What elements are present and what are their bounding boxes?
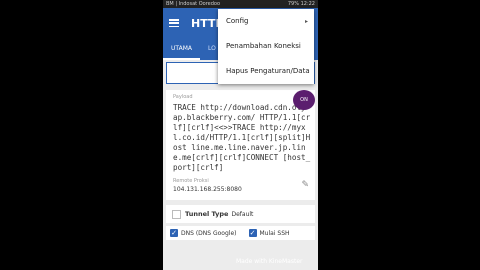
connect-toggle-badge[interactable]: ON — [293, 90, 315, 110]
menu-item-config[interactable]: Config ▸ — [218, 9, 314, 34]
remote-proxy-field[interactable]: 104.131.168.255:8080 — [173, 186, 242, 193]
payload-field[interactable]: TRACE http://download.cdn.oly-ap.blackbe… — [173, 103, 313, 173]
edit-pencil-icon[interactable]: ✎ — [301, 180, 309, 190]
menu-item-config-label: Config — [226, 17, 249, 25]
tab-utama[interactable]: UTAMA — [163, 38, 200, 60]
tunnel-type-value: Default — [231, 210, 254, 218]
payload-card: Payload TRACE http://download.cdn.oly-ap… — [166, 90, 315, 200]
dns-option-label: DNS (DNS Google) — [181, 229, 237, 237]
remote-proxy-label: Remote Proksi — [173, 178, 209, 184]
overflow-menu: Config ▸ Penambahan Koneksi Hapus Pengat… — [218, 9, 314, 84]
dns-checkbox[interactable]: ✓ — [170, 229, 178, 237]
battery-time-text: 79% 12:22 — [287, 1, 315, 7]
submenu-arrow-icon: ▸ — [304, 18, 308, 25]
menu-item-clear-data[interactable]: Hapus Pengaturan/Data — [218, 59, 314, 84]
options-row: ✓ DNS (DNS Google) ✓ Mulai SSH — [166, 226, 315, 240]
ssh-option-label: Mulai SSH — [259, 229, 290, 237]
tunnel-checkbox[interactable] — [172, 209, 181, 219]
tunnel-type-label: Tunnel Type — [185, 210, 229, 218]
carrier-text: BM | Indosat Ooredoo — [166, 1, 221, 7]
status-bar: BM | Indosat Ooredoo 79% 12:22 — [163, 0, 318, 8]
ssh-checkbox[interactable]: ✓ — [248, 229, 257, 237]
hamburger-menu-icon[interactable] — [169, 19, 179, 27]
payload-label: Payload — [173, 94, 193, 100]
tunnel-type-row[interactable]: Tunnel Type Default — [166, 205, 315, 223]
menu-item-add-connection[interactable]: Penambahan Koneksi — [218, 34, 314, 59]
kinemaster-watermark: Made with KineMaster — [236, 258, 303, 265]
